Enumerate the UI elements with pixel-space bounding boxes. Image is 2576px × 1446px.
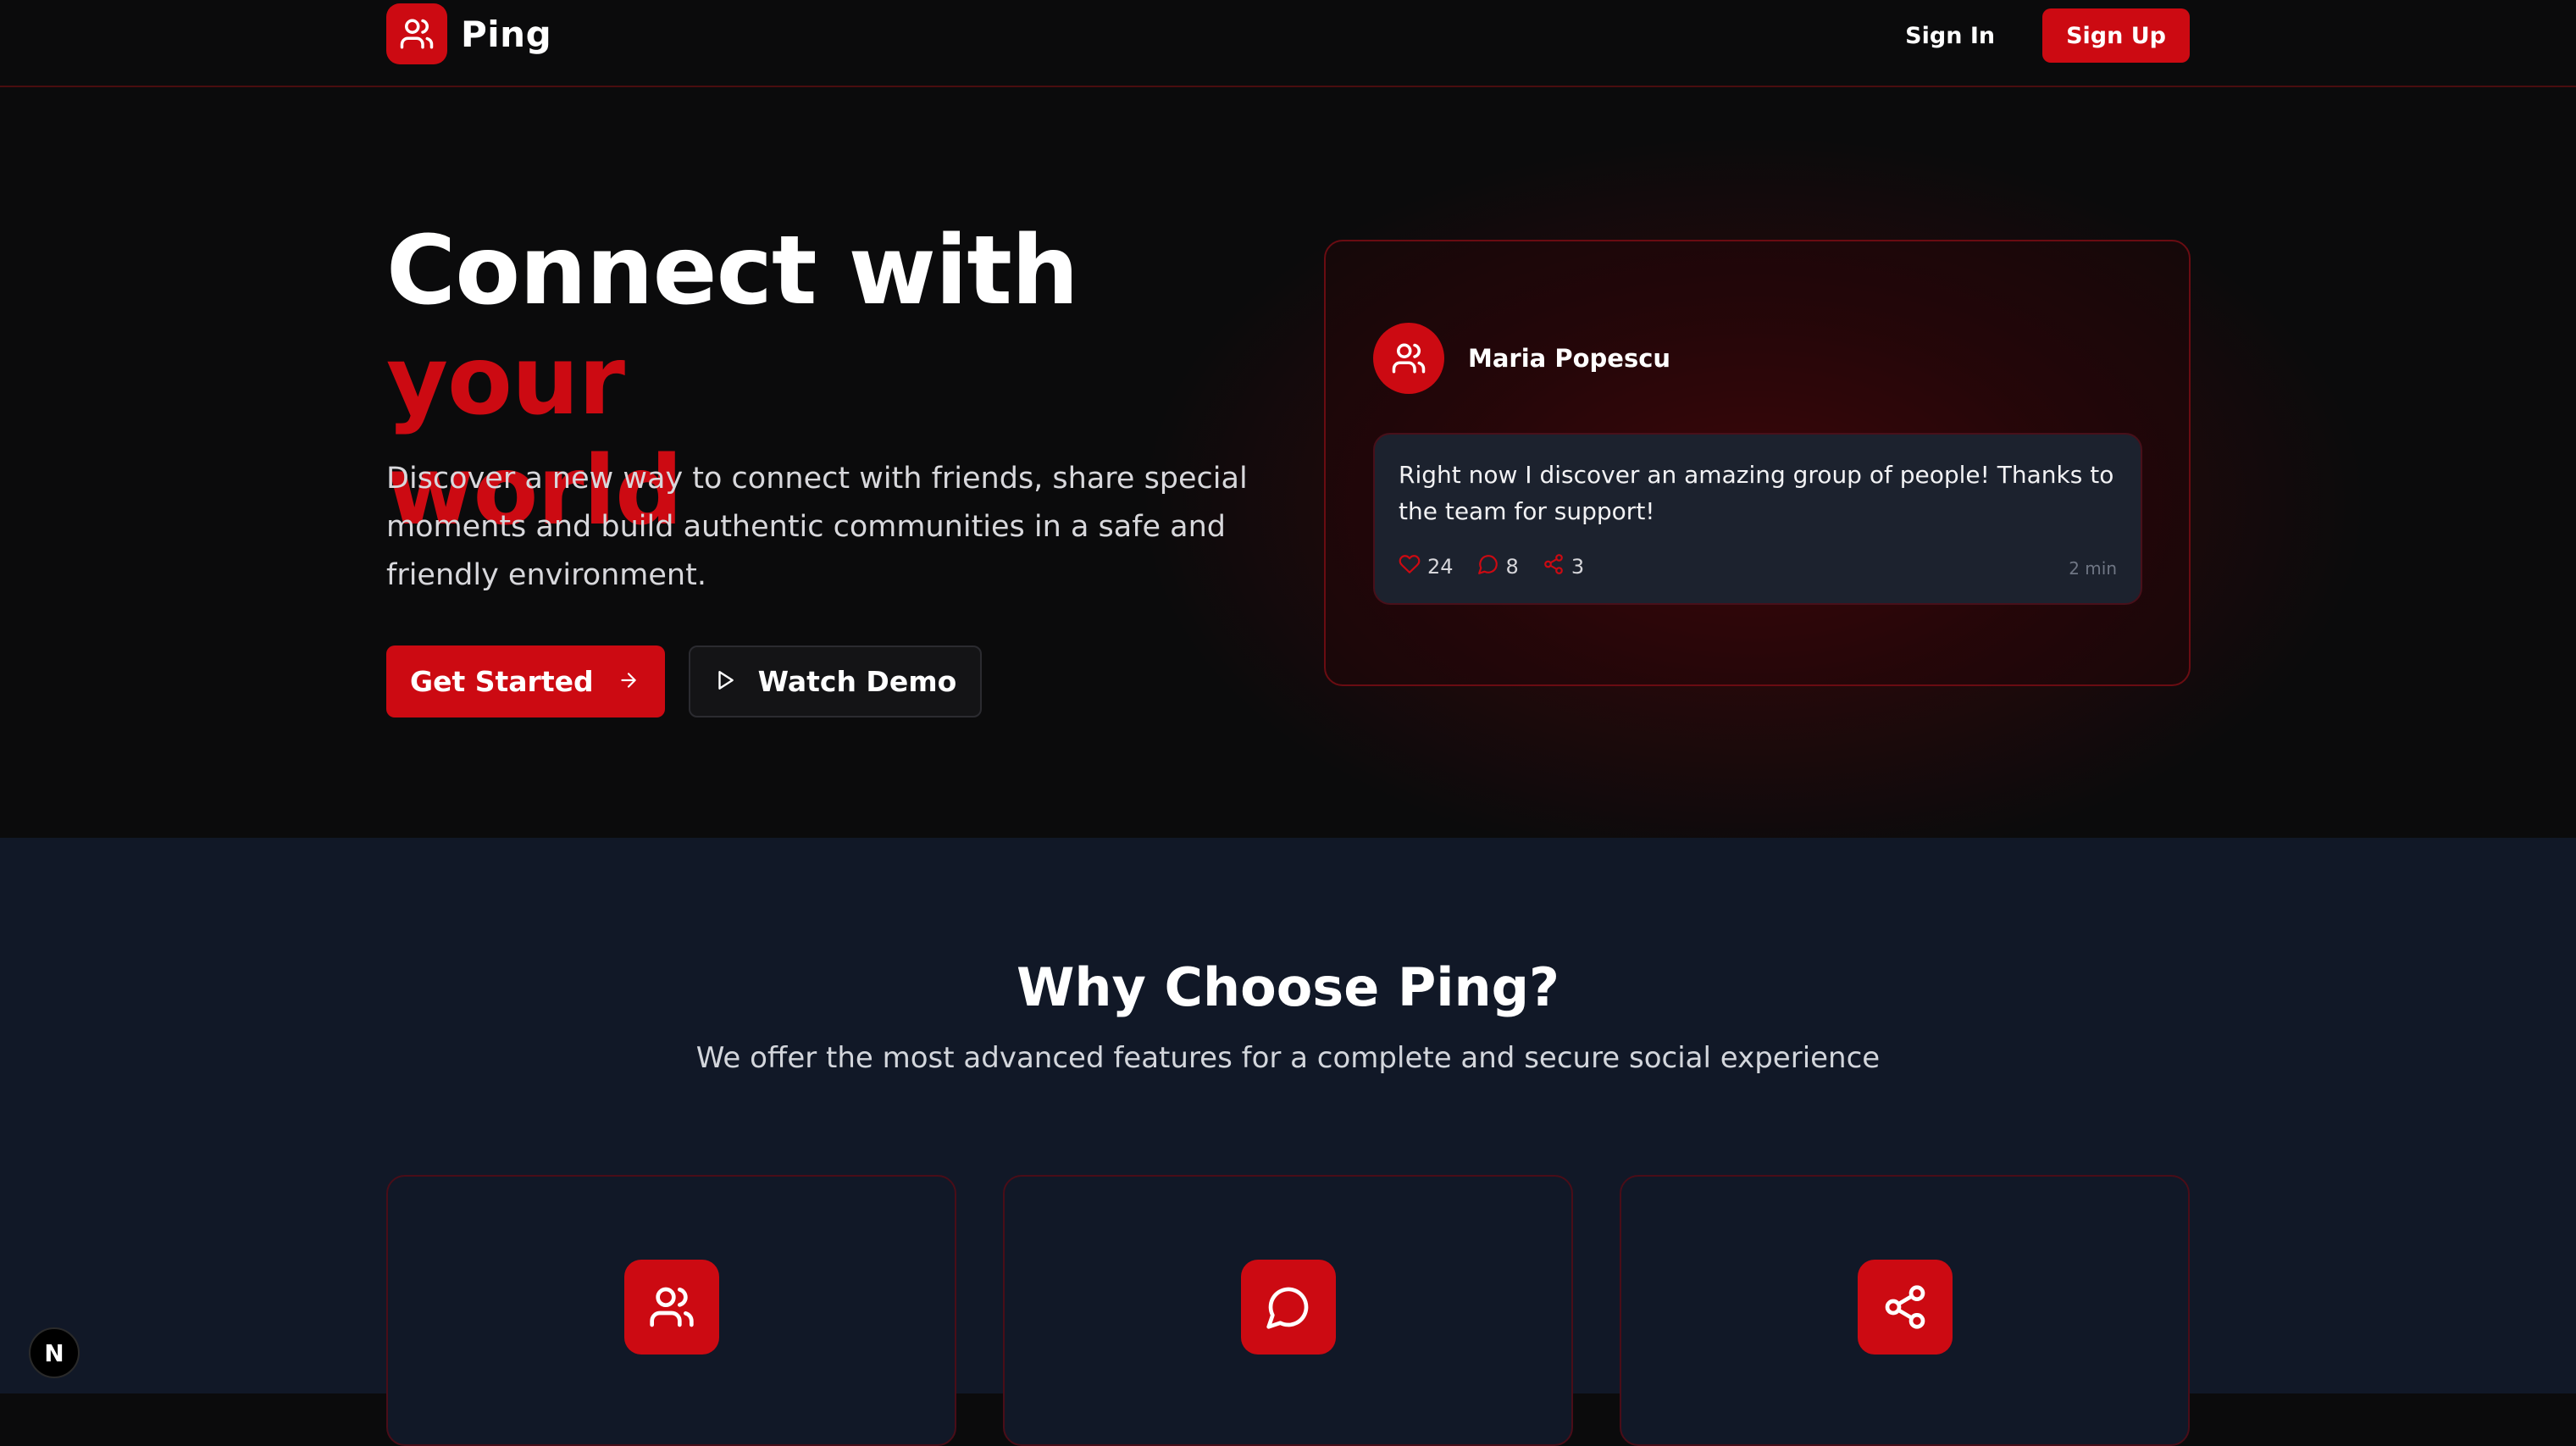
sign-up-button[interactable]: Sign Up bbox=[2042, 8, 2190, 63]
features-subtitle: We offer the most advanced features for … bbox=[695, 1041, 1881, 1075]
headline-accent: your bbox=[386, 326, 625, 436]
share-stat[interactable]: 3 bbox=[1543, 553, 1584, 580]
users-icon bbox=[1392, 343, 1426, 374]
hero-subtext: Discover a new way to connect with frien… bbox=[386, 462, 1248, 592]
watch-demo-button[interactable]: Watch Demo bbox=[688, 645, 983, 717]
heart-icon bbox=[1399, 553, 1421, 580]
comment-stat[interactable]: 8 bbox=[1477, 553, 1519, 580]
watch-demo-label: Watch Demo bbox=[757, 665, 957, 698]
hero-section: Connect with your world Discover a new w… bbox=[0, 89, 2576, 838]
share-icon bbox=[1543, 553, 1565, 580]
cta-row: Get Started Watch Demo bbox=[386, 645, 983, 717]
post-stats: 24 8 3 bbox=[1399, 553, 1584, 580]
brand[interactable]: Ping bbox=[386, 3, 551, 64]
share-count: 3 bbox=[1571, 555, 1585, 579]
feature-card-community bbox=[386, 1175, 956, 1446]
post-timestamp: 2 min bbox=[2069, 558, 2117, 579]
feature-card-sharing bbox=[1620, 1175, 2190, 1446]
arrow-right-icon bbox=[618, 665, 640, 698]
brand-name: Ping bbox=[461, 13, 552, 55]
post-preview-card: Maria Popescu Right now I discover an am… bbox=[1324, 240, 2191, 686]
features-title: Why Choose Ping? bbox=[1016, 956, 1560, 1018]
users-icon bbox=[623, 1260, 719, 1355]
dev-badge[interactable]: N bbox=[29, 1327, 80, 1378]
share-icon bbox=[1857, 1260, 1953, 1355]
post-bubble: Right now I discover an amazing group of… bbox=[1373, 433, 2142, 605]
navbar: Ping Sign In Sign Up bbox=[0, 0, 2576, 87]
feature-card-messaging bbox=[1003, 1175, 1573, 1446]
chat-bubble-icon bbox=[1240, 1260, 1336, 1355]
like-count: 24 bbox=[1427, 555, 1454, 579]
comment-count: 8 bbox=[1505, 555, 1519, 579]
get-started-button[interactable]: Get Started bbox=[386, 645, 665, 717]
play-icon bbox=[714, 665, 736, 698]
users-icon bbox=[386, 3, 447, 64]
headline-text: Connect with bbox=[386, 216, 1079, 326]
nav-actions: Sign In Sign Up bbox=[1905, 8, 2190, 63]
post-text: Right now I discover an amazing group of… bbox=[1399, 461, 2114, 525]
get-started-label: Get Started bbox=[410, 665, 594, 698]
avatar bbox=[1373, 323, 1444, 394]
post-author: Maria Popescu bbox=[1373, 323, 1670, 394]
chat-bubble-icon bbox=[1477, 553, 1499, 580]
author-name: Maria Popescu bbox=[1468, 344, 1671, 373]
sign-in-link[interactable]: Sign In bbox=[1905, 23, 1995, 49]
features-section: Why Choose Ping? We offer the most advan… bbox=[0, 838, 2576, 1446]
like-stat[interactable]: 24 bbox=[1399, 553, 1454, 580]
